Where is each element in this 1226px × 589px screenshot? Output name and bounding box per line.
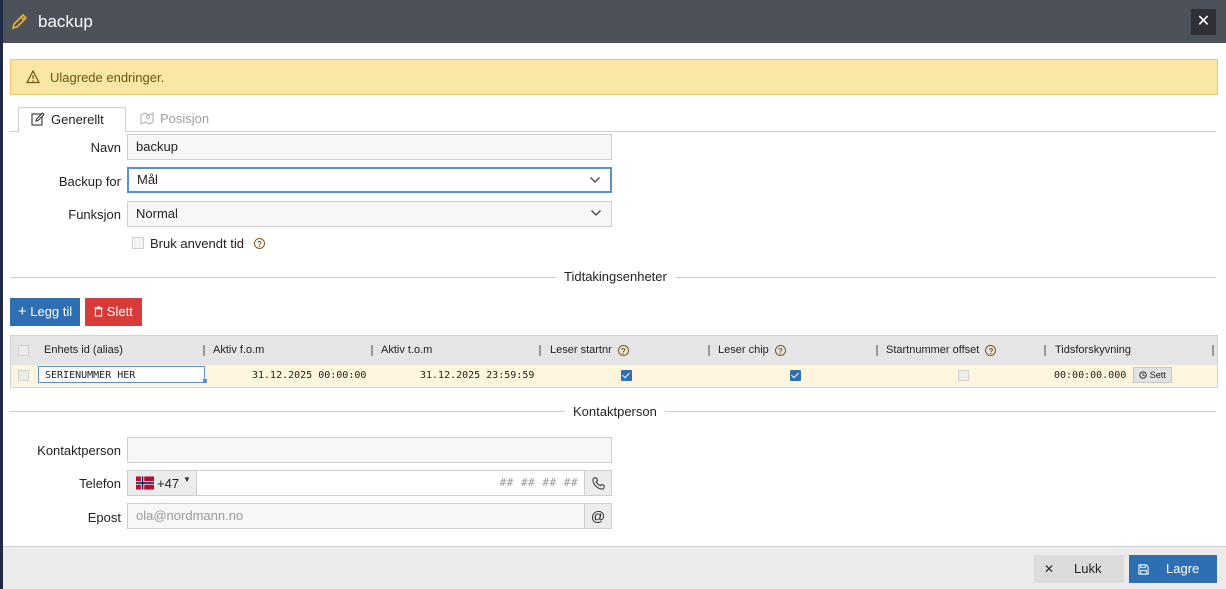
use-applied-time-label: Bruk anvendt tid [150,236,244,251]
add-button[interactable]: + Legg til [10,298,80,326]
function-select[interactable]: Normal [127,201,612,227]
column-separator[interactable] [708,345,710,356]
caret-down-icon: ▼ [183,475,191,484]
column-separator[interactable] [1044,345,1046,356]
dialog-window: backup ✕ Ulagrede endringer. Generellt P… [3,0,1226,589]
delete-button[interactable]: Slett [85,298,142,326]
column-header-label: Leser startnr [550,344,612,356]
phone-icon [591,477,605,490]
save-button-label: Lagre [1166,561,1200,576]
help-icon[interactable]: ? [254,238,265,249]
column-header[interactable]: Aktiv f.o.m [213,336,264,365]
time-shift-cell[interactable]: 00:00:00.000 [1054,365,1126,386]
backup-for-select[interactable]: Mål [127,167,612,193]
startnr-offset-checkbox[interactable] [958,370,969,381]
trash-icon [94,306,103,317]
name-label: Navn [90,140,121,155]
column-header-label: Leser chip [718,344,769,356]
row-select-checkbox[interactable] [18,370,29,381]
warning-text: Ulagrede endringer. [50,70,165,85]
timing-section-title: Tidtakingsenheter [556,269,675,284]
set-time-button[interactable]: Sett [1133,367,1172,383]
help-icon[interactable]: ? [617,345,629,356]
map-icon [140,112,154,125]
contact-person-label: Kontaktperson [37,443,121,458]
active-to-cell[interactable]: 31.12.2025 23:59:59 [420,365,534,386]
backup-for-label: Backup for [58,174,121,189]
column-separator[interactable] [203,345,205,356]
reads-chip-checkbox[interactable] [790,370,801,381]
tab-posisjon[interactable]: Posisjon [128,107,219,131]
contact-person-input[interactable] [127,437,612,463]
warning-icon [26,70,40,84]
contact-section-title: Kontaktperson [565,404,665,419]
column-separator[interactable] [1212,345,1214,356]
column-header[interactable]: Leser chip ? [718,336,786,365]
column-header-label: Startnummer offset [886,344,980,356]
phone-placeholder: ## ## ## ## [499,476,578,489]
call-button[interactable] [584,470,612,496]
close-button[interactable]: ✕ Lukk [1034,555,1124,583]
table-row[interactable]: SERIENUMMER HER 31.12.2025 00:00:00 31.1… [11,365,1217,386]
help-icon[interactable]: ? [985,345,997,356]
close-button-label: Lukk [1074,561,1102,576]
country-code-value: +47 [157,476,180,491]
tab-generellt-label: Generellt [51,112,104,127]
active-from-cell[interactable]: 31.12.2025 00:00:00 [252,365,366,386]
title-bar: backup ✕ [3,0,1226,43]
norway-flag-icon [136,476,154,490]
reads-startnr-checkbox[interactable] [621,370,632,381]
backup-for-value: Mål [137,172,158,187]
select-all-checkbox[interactable] [18,345,29,356]
name-input[interactable]: backup [127,134,612,160]
column-header[interactable]: Leser startnr ? [550,336,629,365]
unsaved-warning: Ulagrede endringer. [10,59,1218,95]
add-button-label: Legg til [30,304,73,319]
tab-generellt[interactable]: Generellt [18,107,126,133]
chevron-down-icon [590,177,600,183]
column-header[interactable]: Tidsforskyvning [1055,336,1131,365]
delete-button-label: Slett [106,304,133,319]
tab-posisjon-label: Posisjon [160,111,210,126]
set-time-label: Sett [1149,370,1166,380]
tab-bar: Generellt Posisjon [10,107,1216,133]
column-header[interactable]: Aktiv t.o.m [381,336,432,365]
column-header[interactable]: Startnummer offset ? [886,336,997,365]
email-input[interactable]: ola@nordmann.no [127,503,585,529]
cell-resize-handle[interactable] [203,379,207,383]
function-value: Normal [136,206,178,221]
save-icon [1138,564,1149,575]
chevron-down-icon [591,210,601,216]
column-separator[interactable] [371,345,373,356]
at-icon: @ [584,503,612,529]
column-separator[interactable] [539,345,541,356]
window-title: backup [38,12,93,31]
close-icon: ✕ [1044,562,1055,576]
grid-header: Enhets id (alias) Aktiv f.o.m Aktiv t.o.… [11,336,1217,366]
phone-input[interactable]: ## ## ## ## [196,470,585,496]
country-code-select[interactable]: +47 ▼ [127,470,197,496]
column-header[interactable]: Enhets id (alias) [44,336,123,365]
help-icon[interactable]: ? [774,345,786,356]
dialog-footer: ✕ Lukk Lagre [3,546,1226,589]
pencil-icon [11,13,28,30]
edit-icon [31,112,45,126]
window-close-button[interactable]: ✕ [1191,9,1216,35]
column-separator[interactable] [876,345,878,356]
plus-icon: + [17,303,27,320]
timing-units-grid: Enhets id (alias) Aktiv f.o.m Aktiv t.o.… [10,335,1218,388]
unit-id-cell-editor[interactable]: SERIENUMMER HER [38,366,205,383]
function-label: Funksjon [68,207,121,222]
phone-label: Telefon [79,476,121,491]
use-applied-time-checkbox[interactable] [132,237,144,249]
clock-icon [1139,371,1147,379]
email-label: Epost [87,510,121,525]
save-button[interactable]: Lagre [1129,555,1217,583]
